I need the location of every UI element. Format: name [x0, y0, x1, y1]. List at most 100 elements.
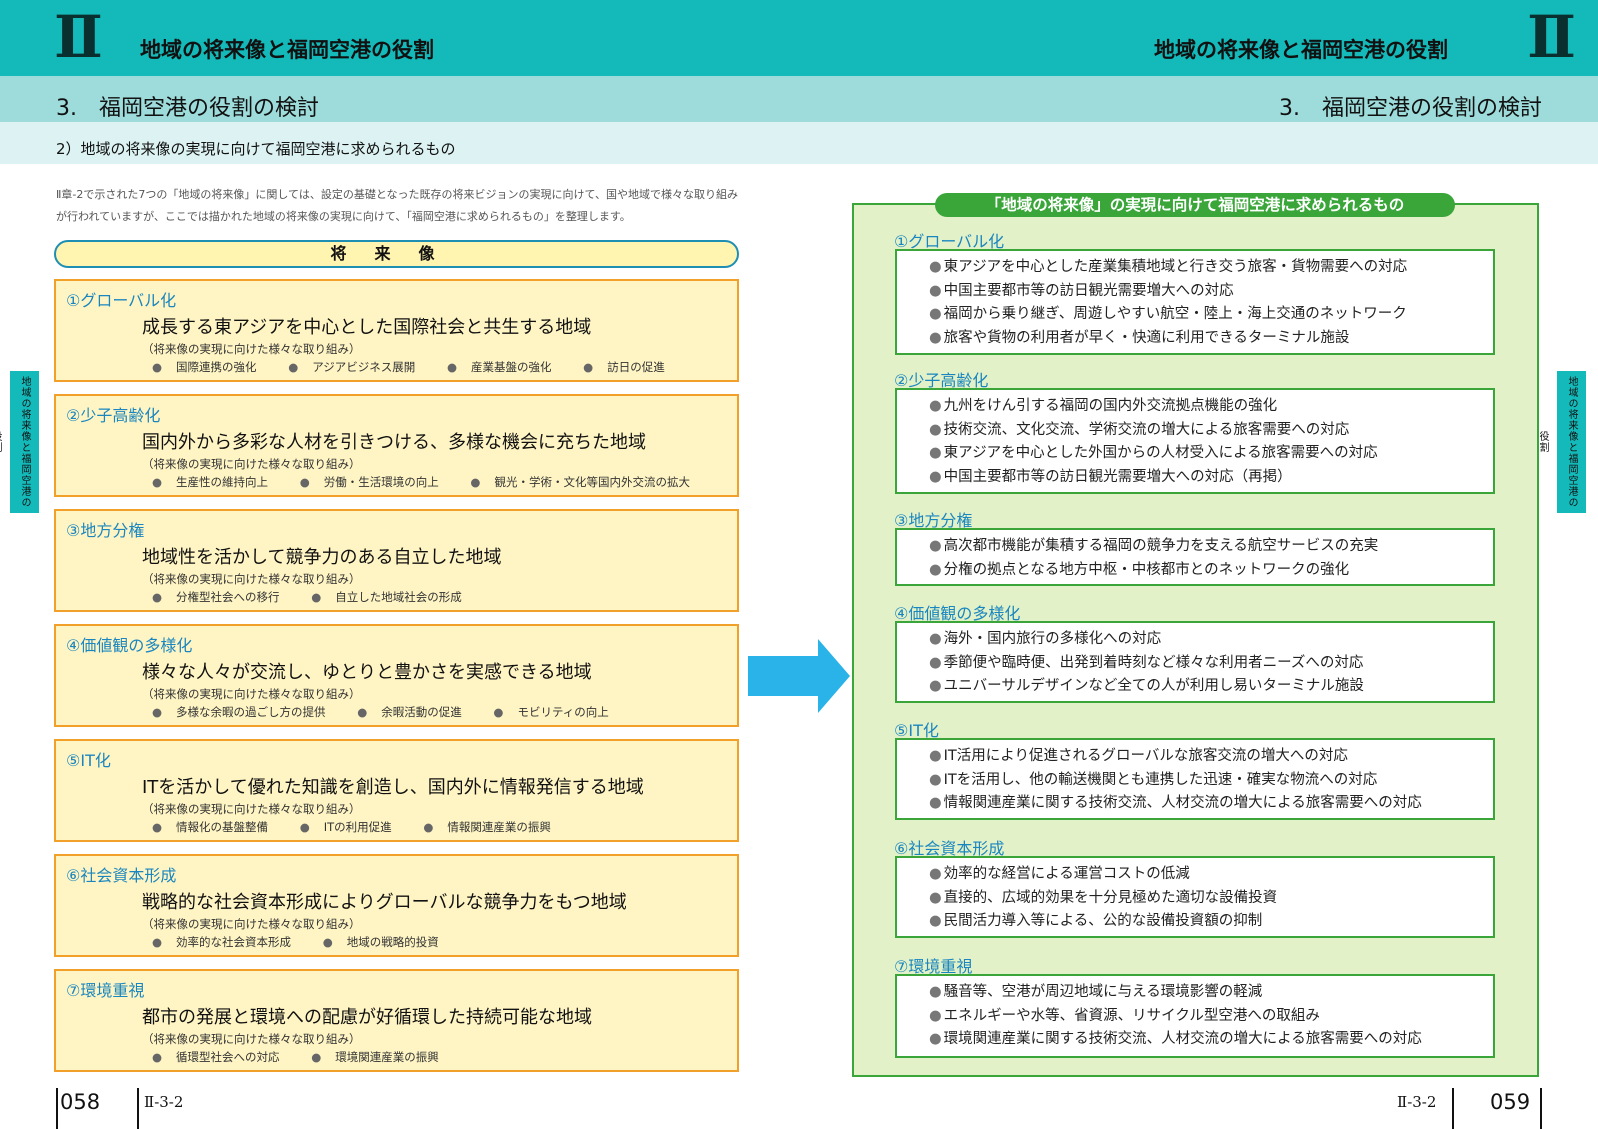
initiative-item: ● 分権型社会への移行 [152, 590, 280, 604]
requirement-item: ユニバーサルデザインなど全ての人が利用し易いターミナル施設 [929, 675, 1493, 699]
vision-statement: 地域性を活かして競争力のある自立した地域 [142, 547, 502, 568]
vision-note: （将来像の実現に向けた様々な取り組み） [142, 917, 361, 931]
footer-rule-right [1540, 1088, 1542, 1129]
vision-note: （将来像の実現に向けた様々な取り組み） [142, 457, 361, 471]
requirement-item: 高次都市機能が集積する福岡の競争力を支える航空サービスの充実 [929, 535, 1493, 559]
requirement-item: 東アジアを中心とした産業集積地域と行き交う旅客・貨物需要への対応 [929, 256, 1493, 280]
initiative-item: ● 国際連携の強化 [152, 360, 257, 374]
vision-statement: 都市の発展と環境への配慮が好循環した持続可能な地域 [142, 1007, 592, 1028]
vision-number: ③地方分権 [66, 521, 145, 540]
requirement-item: 民間活力導入等による、公的な設備投資額の抑制 [929, 910, 1493, 934]
requirement-item: 九州をけん引する福岡の国内外交流拠点機能の強化 [929, 395, 1493, 419]
initiative-item: ● 労働・生活環境の向上 [299, 475, 439, 489]
vision-number: ⑤IT化 [66, 751, 111, 770]
vision-number: ①グローバル化 [66, 291, 177, 310]
requirement-item: 旅客や貨物の利用者が早く・快適に利用できるターミナル施設 [929, 327, 1493, 351]
requirements-panel-title: 「地域の将来像」の実現に向けて福岡空港に求められるもの [935, 193, 1455, 217]
initiative-item: ● 環境関連産業の振興 [311, 1050, 439, 1064]
requirement-item: 情報関連産業に関する技術交流、人材交流の増大による旅客需要への対応 [929, 792, 1493, 816]
vision-initiatives: ● 生産性の維持向上 ● 労働・生活環境の向上 ● 観光・学術・文化等国内外交流の拡大 [152, 474, 718, 490]
chapter-title-right: 地域の将来像と福岡空港の役割 [1154, 38, 1448, 62]
page-number-right: 059 [1490, 1090, 1531, 1114]
vision-initiatives: ● 多様な余暇の過ごし方の提供 ● 余暇活動の促進 ● モビリティの向上 [152, 704, 637, 720]
vision-initiatives: ● 情報化の基盤整備 ● ITの利用促進 ● 情報関連産業の振興 [152, 819, 579, 835]
footer-rule-left-inner [137, 1088, 139, 1129]
requirement-item: エネルギーや水等、省資源、リサイクル型空港への取組み [929, 1005, 1493, 1029]
requirement-item: 分権の拠点となる地方中枢・中核都市とのネットワークの強化 [929, 559, 1493, 583]
requirement-box: 東アジアを中心とした産業集積地域と行き交う旅客・貨物需要への対応 中国主要都市等… [895, 249, 1495, 355]
subsection-title: 2）地域の将来像の実現に向けて福岡空港に求められるもの [56, 140, 456, 158]
vision-number: ④価値観の多様化 [66, 636, 193, 655]
initiative-item: ● 自立した地域社会の形成 [311, 590, 462, 604]
right-arrow-icon [748, 639, 850, 713]
section-title-right: 3. 福岡空港の役割の検討 [1279, 96, 1542, 121]
vision-box: ②少子高齢化 国内外から多彩な人材を引きつける、多様な機会に充ちた地域 （将来像… [54, 394, 739, 497]
requirement-item: 海外・国内旅行の多様化への対応 [929, 628, 1493, 652]
footer-rule-right-inner [1452, 1088, 1454, 1129]
vision-initiatives: ● 循環型社会への対応 ● 環境関連産業の振興 [152, 1049, 467, 1065]
requirement-item: 効率的な経営による運営コストの低減 [929, 863, 1493, 887]
chapter-numeral-left: Ⅱ [54, 3, 103, 71]
side-tab-left: 地域の将来像と福岡空港の役割 [0, 371, 39, 513]
initiative-item: ● 訪日の促進 [583, 360, 665, 374]
initiative-item: ● 多様な余暇の過ごし方の提供 [152, 705, 326, 719]
vision-box: ①グローバル化 成長する東アジアを中心とした国際社会と共生する地域 （将来像の実… [54, 279, 739, 382]
requirement-box: 九州をけん引する福岡の国内外交流拠点機能の強化 技術交流、文化交流、学術交流の増… [895, 388, 1495, 494]
future-vision-header: 将来像 [54, 240, 739, 268]
initiative-item: ● 生産性の維持向上 [152, 475, 269, 489]
vision-note: （将来像の実現に向けた様々な取り組み） [142, 342, 361, 356]
vision-statement: 国内外から多彩な人材を引きつける、多様な機会に充ちた地域 [142, 432, 646, 453]
requirement-box: IT活用により促進されるグローバルな旅客交流の増大への対応 ITを活用し、他の輸… [895, 738, 1495, 820]
initiative-item: ● ITの利用促進 [299, 820, 392, 834]
vision-initiatives: ● 効率的な社会資本形成 ● 地域の戦略的投資 [152, 934, 467, 950]
vision-statement: 戦略的な社会資本形成によりグローバルな競争力をもつ地域 [142, 892, 627, 913]
requirement-box: 効率的な経営による運営コストの低減 直接的、広域的効果を十分見極めた適切な設備投… [895, 856, 1495, 938]
initiative-item: ● 情報化の基盤整備 [152, 820, 269, 834]
vision-statement: 成長する東アジアを中心とした国際社会と共生する地域 [142, 317, 592, 338]
page-number-left: 058 [60, 1090, 101, 1114]
footer-rule-left [56, 1088, 58, 1129]
vision-box: ⑥社会資本形成 戦略的な社会資本形成によりグローバルな競争力をもつ地域 （将来像… [54, 854, 739, 957]
side-tab-right: 地域の将来像と福岡空港の役割 [1537, 371, 1586, 513]
initiative-item: ● 循環型社会への対応 [152, 1050, 280, 1064]
requirement-item: IT活用により促進されるグローバルな旅客交流の増大への対応 [929, 745, 1493, 769]
vision-note: （将来像の実現に向けた様々な取り組み） [142, 802, 361, 816]
vision-box: ④価値観の多様化 様々な人々が交流し、ゆとりと豊かさを実感できる地域 （将来像の… [54, 624, 739, 727]
chapter-numeral-right: Ⅱ [1527, 3, 1576, 71]
requirement-item: 季節便や臨時便、出発到着時刻など様々な利用者ニーズへの対応 [929, 652, 1493, 676]
requirement-item: 東アジアを中心とした外国からの人材受入による旅客需要への対応 [929, 442, 1493, 466]
vision-box: ⑦環境重視 都市の発展と環境への配慮が好循環した持続可能な地域 （将来像の実現に… [54, 969, 739, 1072]
requirement-item: 福岡から乗り継ぎ、周遊しやすい航空・陸上・海上交通のネットワーク [929, 303, 1493, 327]
initiative-item: ● 地域の戦略的投資 [322, 935, 439, 949]
requirement-item: 中国主要都市等の訪日観光需要増大への対応（再掲） [929, 466, 1493, 490]
requirement-item: 中国主要都市等の訪日観光需要増大への対応 [929, 280, 1493, 304]
initiative-item: ● 観光・学術・文化等国内外交流の拡大 [470, 475, 690, 489]
requirement-box: 海外・国内旅行の多様化への対応 季節便や臨時便、出発到着時刻など様々な利用者ニー… [895, 621, 1495, 703]
vision-statement: 様々な人々が交流し、ゆとりと豊かさを実感できる地域 [142, 662, 592, 683]
page-reference-right: Ⅱ-3-2 [1397, 1093, 1437, 1111]
intro-paragraph: Ⅱ章-2で示された7つの「地域の将来像」に関しては、設定の基礎となった既存の将来… [56, 188, 738, 223]
initiative-item: ● モビリティの向上 [493, 705, 609, 719]
vision-note: （将来像の実現に向けた様々な取り組み） [142, 572, 361, 586]
requirement-item: ITを活用し、他の輸送機関とも連携した迅速・確実な物流への対応 [929, 769, 1493, 793]
vision-note: （将来像の実現に向けた様々な取り組み） [142, 1032, 361, 1046]
vision-box: ⑤IT化 ITを活かして優れた知識を創造し、国内外に情報発信する地域 （将来像の… [54, 739, 739, 842]
vision-box: ③地方分権 地域性を活かして競争力のある自立した地域 （将来像の実現に向けた様々… [54, 509, 739, 612]
requirement-item: 直接的、広域的効果を十分見極めた適切な設備投資 [929, 887, 1493, 911]
requirement-box: 高次都市機能が集積する福岡の競争力を支える航空サービスの充実 分権の拠点となる地… [895, 528, 1495, 586]
initiative-item: ● 余暇活動の促進 [357, 705, 462, 719]
vision-number: ⑥社会資本形成 [66, 866, 177, 885]
chapter-title-left: 地域の将来像と福岡空港の役割 [140, 38, 434, 62]
requirement-box: 騒音等、空港が周辺地域に与える環境影響の軽減 エネルギーや水等、省資源、リサイク… [895, 974, 1495, 1058]
vision-initiatives: ● 分権型社会への移行 ● 自立した地域社会の形成 [152, 589, 490, 605]
vision-number: ⑦環境重視 [66, 981, 145, 1000]
page-reference-left: Ⅱ-3-2 [144, 1093, 184, 1111]
vision-note: （将来像の実現に向けた様々な取り組み） [142, 687, 361, 701]
initiative-item: ● 産業基盤の強化 [446, 360, 552, 374]
vision-initiatives: ● 国際連携の強化 ● アジアビジネス展開 ● 産業基盤の強化 ● 訪日の促進 [152, 359, 693, 375]
section-title-left: 3. 福岡空港の役割の検討 [56, 96, 319, 121]
initiative-item: ● 効率的な社会資本形成 [152, 935, 292, 949]
requirement-item: 環境関連産業に関する技術交流、人材交流の増大による旅客需要への対応 [929, 1028, 1493, 1052]
requirement-item: 技術交流、文化交流、学術交流の増大による旅客需要への対応 [929, 419, 1493, 443]
initiative-item: ● アジアビジネス展開 [288, 360, 416, 374]
